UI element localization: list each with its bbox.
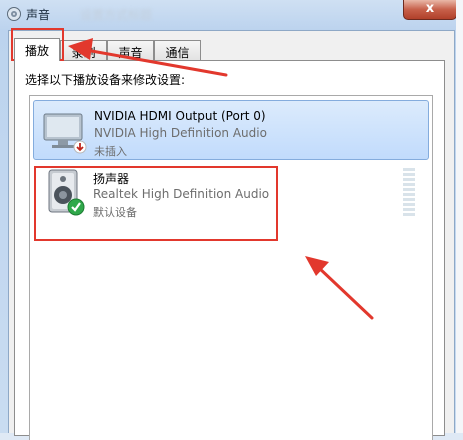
tab-playback[interactable]: 播放 [14, 38, 60, 61]
tab-label: 播放 [24, 44, 49, 58]
annotation-arrow-top [68, 38, 228, 77]
annotation-arrows [68, 38, 374, 320]
annotation-arrow-bottom [305, 256, 374, 320]
